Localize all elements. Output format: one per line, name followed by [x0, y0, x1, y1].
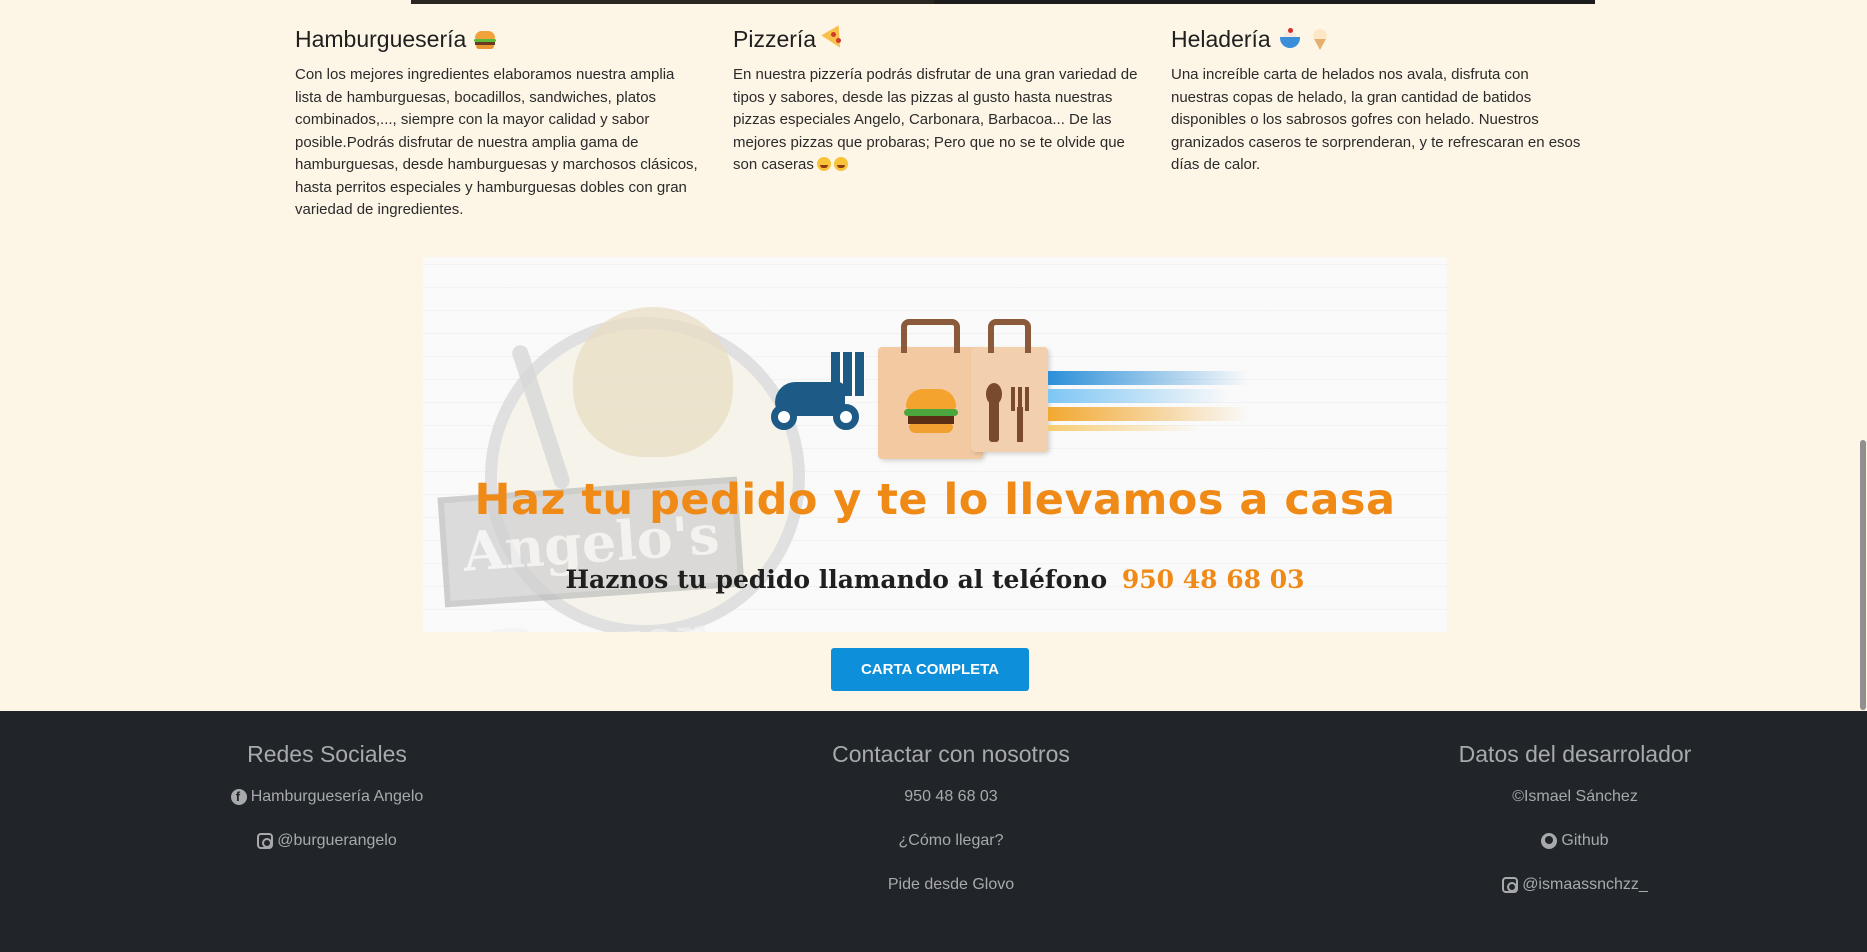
instagram-icon	[257, 833, 274, 849]
phone-link[interactable]: 950 48 68 03	[904, 787, 997, 807]
speed-line	[1048, 389, 1228, 403]
page-scrollbar[interactable]	[1859, 0, 1867, 952]
facebook-link[interactable]: Hamburguesería Angelo	[251, 787, 424, 807]
full-menu-button[interactable]: CARTA COMPLETA	[831, 648, 1029, 691]
hero-image-bottom-edge	[411, 0, 1595, 4]
takeaway-bag-burger-icon	[878, 319, 983, 459]
developer-name: ©Ismael Sánchez	[1512, 788, 1638, 805]
feature-title: Hamburguesería	[295, 26, 467, 52]
footer-heading: Datos del desarrolador	[1458, 741, 1692, 767]
heart-eyes-emoji-icon	[816, 157, 831, 171]
speed-line	[1048, 407, 1248, 421]
banner-phone-prefix: Haznos tu pedido llamando al teléfono	[565, 565, 1108, 594]
features-section: Hamburguesería Con los mejores ingredien…	[295, 24, 1585, 222]
feature-text: En nuestra pizzería podrás disfrutar de …	[733, 66, 1138, 173]
pizza-icon	[821, 25, 849, 53]
scrollbar-thumb[interactable]	[1860, 440, 1866, 710]
footer-social-column: Redes Sociales Hamburguesería Angelo @bu…	[127, 739, 527, 875]
ice-cream-bowl-icon	[1279, 28, 1301, 50]
feature-hamburgueseria: Hamburguesería Con los mejores ingredien…	[295, 24, 705, 222]
facebook-icon	[230, 789, 247, 805]
feature-heladeria: Heladería Una increíble carta de helados…	[1171, 24, 1581, 222]
delivery-banner: Angelo's Burger Haz tu pedido y te lo ll…	[423, 257, 1447, 632]
footer-contact-column: Contactar con nosotros 950 48 68 03 ¿Cóm…	[751, 739, 1151, 919]
burger-icon	[474, 28, 497, 50]
instagram-icon	[1502, 877, 1519, 893]
footer-heading: Redes Sociales	[247, 741, 407, 767]
github-icon	[1541, 833, 1558, 849]
github-link[interactable]: Github	[1561, 831, 1608, 851]
speed-line	[1048, 371, 1248, 385]
feature-text: Una increíble carta de helados nos avala…	[1171, 66, 1581, 173]
site-footer: Redes Sociales Hamburguesería Angelo @bu…	[0, 711, 1867, 952]
developer-instagram-link[interactable]: @ismaassnchzz_	[1522, 875, 1648, 895]
instagram-link[interactable]: @burguerangelo	[277, 831, 396, 851]
takeaway-bag-cutlery-icon	[971, 319, 1048, 452]
footer-developer-column: Datos del desarrolador ©Ismael Sánchez G…	[1375, 739, 1775, 919]
speed-line	[1048, 425, 1198, 431]
delivery-scooter-icon	[771, 352, 871, 437]
banner-headline: Haz tu pedido y te lo llevamos a casa	[474, 475, 1396, 525]
banner-phone-line: Haznos tu pedido llamando al teléfono 95…	[423, 565, 1447, 594]
bunny-mascot-watermark	[573, 307, 733, 457]
ice-cream-cone-icon	[1309, 28, 1331, 50]
glovo-link[interactable]: Pide desde Glovo	[888, 875, 1014, 895]
directions-link[interactable]: ¿Cómo llegar?	[899, 831, 1004, 851]
feature-title: Pizzería	[733, 26, 817, 52]
footer-heading: Contactar con nosotros	[832, 741, 1070, 767]
feature-pizzeria: Pizzería En nuestra pizzería podrás disf…	[733, 24, 1143, 222]
feature-title: Heladería	[1171, 26, 1271, 52]
banner-phone-number: 950 48 68 03	[1121, 565, 1305, 594]
blushing-emoji-icon	[833, 157, 848, 171]
feature-text: Con los mejores ingredientes elaboramos …	[295, 66, 698, 218]
